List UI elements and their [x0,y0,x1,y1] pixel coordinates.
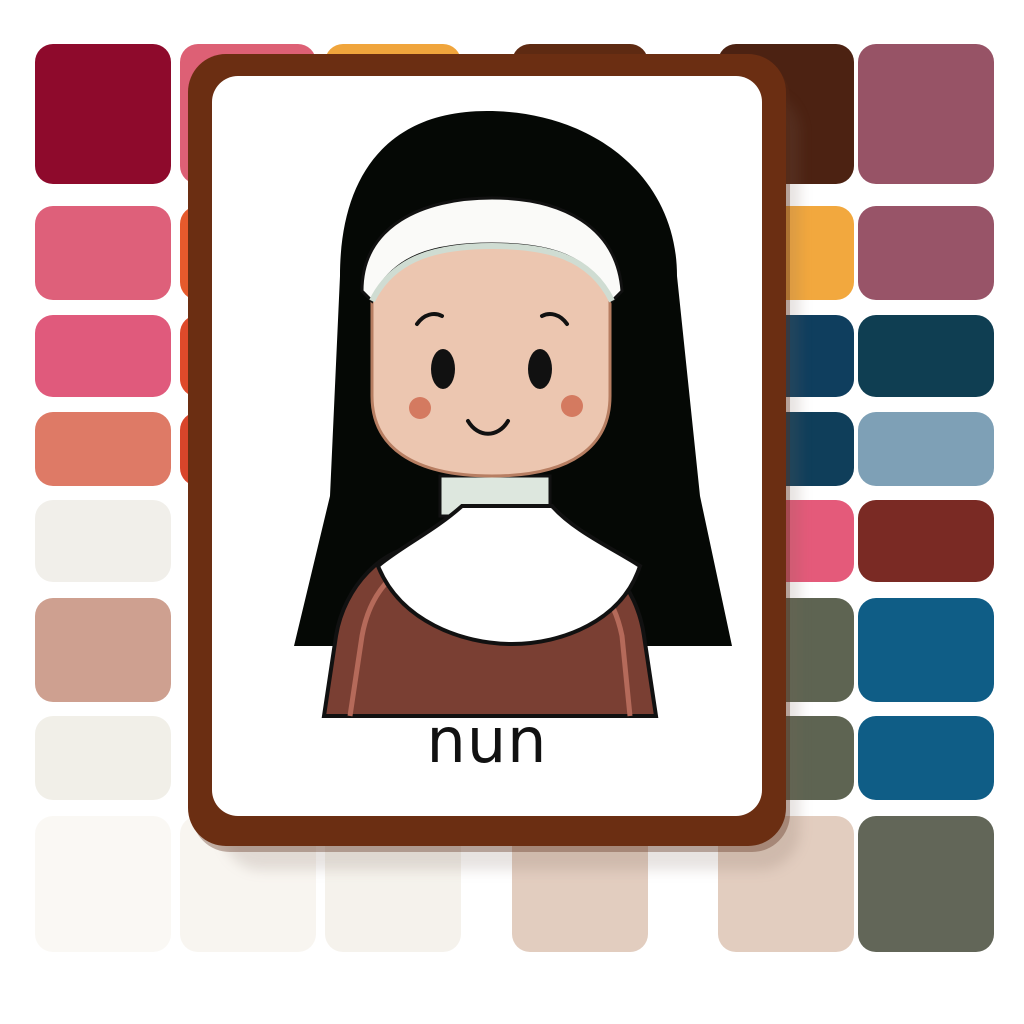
color-swatch[interactable] [858,315,994,397]
color-swatch[interactable] [35,44,171,184]
card-face: nun [212,76,762,816]
color-swatch[interactable] [858,500,994,582]
color-swatch[interactable] [35,315,171,397]
color-swatch[interactable] [35,598,171,702]
color-swatch[interactable] [858,206,994,300]
color-swatch[interactable] [858,716,994,800]
nun-illustration-icon [294,111,732,718]
card-word: nun [426,704,548,777]
color-swatch[interactable] [858,598,994,702]
color-swatch[interactable] [35,816,171,952]
color-swatch[interactable] [35,716,171,800]
color-swatch[interactable] [35,206,171,300]
color-swatch[interactable] [35,412,171,486]
flash-card[interactable]: nun [188,54,786,846]
color-swatch[interactable] [35,500,171,582]
color-swatch[interactable] [858,816,994,952]
color-swatch[interactable] [858,44,994,184]
color-swatch[interactable] [858,412,994,486]
